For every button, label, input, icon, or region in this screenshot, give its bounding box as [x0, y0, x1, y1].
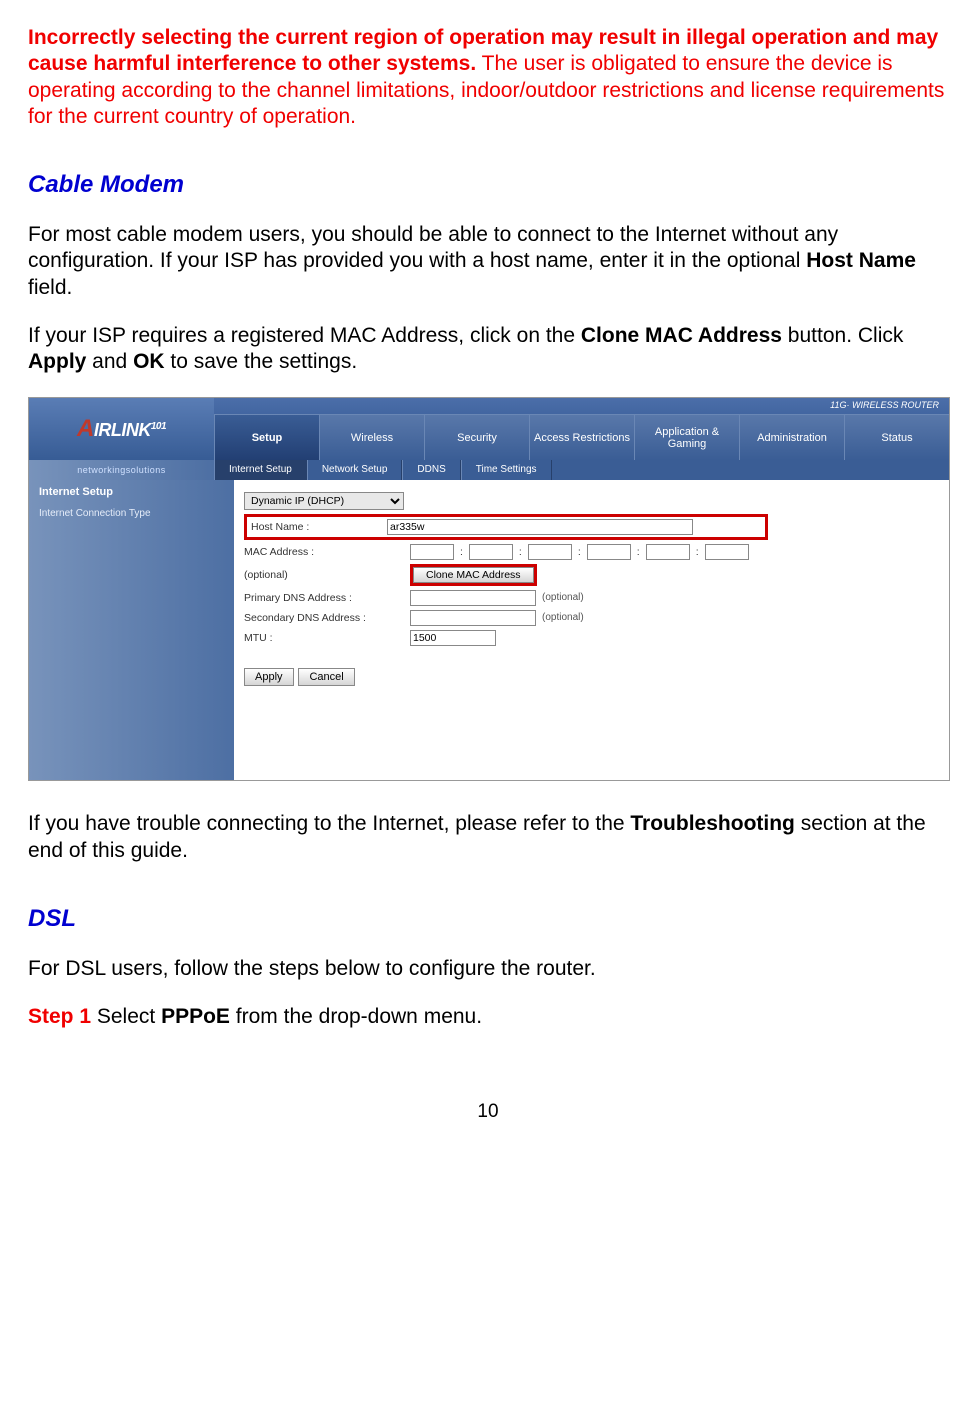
action-buttons: Apply Cancel [244, 668, 939, 686]
cancel-button[interactable]: Cancel [298, 668, 354, 686]
tab-security[interactable]: Security [424, 415, 529, 460]
mac-sep: : [637, 546, 640, 559]
optional-note: (optional) [542, 612, 584, 625]
subtab-time-settings[interactable]: Time Settings [461, 460, 552, 480]
connection-type-select[interactable]: Dynamic IP (DHCP) [244, 492, 404, 510]
form-column: Dynamic IP (DHCP) Host Name : MAC Addres… [234, 480, 949, 780]
mac-seg-5[interactable] [646, 544, 690, 560]
mac-address-row: MAC Address : : : : : : [244, 544, 939, 560]
hostname-label: Host Name : [251, 521, 381, 534]
page-number: 10 [28, 1100, 948, 1124]
subtab-ddns[interactable]: DDNS [402, 460, 460, 480]
optional-note: (optional) [542, 592, 584, 605]
product-label: 11G· WIRELESS ROUTER [214, 398, 949, 414]
mac-label: MAC Address : [244, 546, 404, 559]
logo-text: AIRLINK101 [77, 414, 166, 444]
tab-application-gaming[interactable]: Application & Gaming [634, 415, 739, 460]
clone-mac-button[interactable]: Clone MAC Address [413, 567, 534, 583]
mac-sep: : [578, 546, 581, 559]
dsl-p1: For DSL users, follow the steps below to… [28, 956, 948, 982]
apply-button[interactable]: Apply [244, 668, 294, 686]
subtab-internet-setup[interactable]: Internet Setup [214, 460, 307, 480]
primary-dns-row: Primary DNS Address : (optional) [244, 590, 939, 606]
text: to save the settings. [165, 350, 358, 373]
hostname-input[interactable] [387, 519, 693, 535]
mac-sep: : [696, 546, 699, 559]
tab-administration[interactable]: Administration [739, 415, 844, 460]
ok-bold: OK [133, 350, 165, 373]
main-tab-bar: Setup Wireless Security Access Restricti… [214, 414, 949, 460]
sub-tab-bar: networkingsolutions Internet Setup Netwo… [29, 460, 949, 480]
dsl-step1: Step 1 Select PPPoE from the drop-down m… [28, 1004, 948, 1030]
text: and [86, 350, 133, 373]
tab-setup[interactable]: Setup [214, 415, 319, 460]
dsl-heading: DSL [28, 904, 948, 934]
hostname-row-highlight: Host Name : [244, 514, 768, 540]
side-label: Internet Connection Type [39, 508, 224, 521]
tab-status[interactable]: Status [844, 415, 949, 460]
host-name-bold: Host Name [806, 249, 916, 272]
apply-bold: Apply [28, 350, 86, 373]
cable-modem-heading: Cable Modem [28, 170, 948, 200]
optional-label: (optional) [244, 569, 404, 582]
mtu-row: MTU : [244, 630, 939, 646]
side-title: Internet Setup [39, 486, 224, 500]
text: For most cable modem users, you should b… [28, 223, 838, 272]
warning-paragraph: Incorrectly selecting the current region… [28, 25, 948, 130]
mtu-label: MTU : [244, 632, 404, 645]
tab-access-restrictions[interactable]: Access Restrictions [529, 415, 634, 460]
text: field. [28, 276, 72, 299]
troubleshooting-bold: Troubleshooting [630, 812, 794, 835]
mac-seg-4[interactable] [587, 544, 631, 560]
primary-dns-label: Primary DNS Address : [244, 592, 404, 605]
cable-modem-p1: For most cable modem users, you should b… [28, 222, 948, 301]
mac-seg-3[interactable] [528, 544, 572, 560]
step1-label: Step 1 [28, 1005, 91, 1028]
text: Select [91, 1005, 161, 1028]
secondary-dns-row: Secondary DNS Address : (optional) [244, 610, 939, 626]
logo-suffix: 101 [151, 421, 166, 432]
router-header: AIRLINK101 11G· WIRELESS ROUTER Setup Wi… [29, 398, 949, 460]
mac-sep: : [519, 546, 522, 559]
text: from the drop-down menu. [230, 1005, 482, 1028]
cable-modem-p3: If you have trouble connecting to the In… [28, 811, 948, 864]
tab-wireless[interactable]: Wireless [319, 415, 424, 460]
side-column: Internet Setup Internet Connection Type [29, 480, 234, 780]
mac-seg-6[interactable] [705, 544, 749, 560]
clone-mac-bold: Clone MAC Address [581, 324, 782, 347]
logo-rest: IRLINK [94, 420, 151, 440]
router-body: Internet Setup Internet Connection Type … [29, 480, 949, 780]
clone-mac-row: (optional) Clone MAC Address [244, 564, 939, 586]
primary-dns-input[interactable] [410, 590, 536, 606]
secondary-dns-label: Secondary DNS Address : [244, 612, 404, 625]
logo-subtitle: networkingsolutions [29, 460, 214, 480]
router-logo: AIRLINK101 [29, 398, 214, 460]
mac-seg-1[interactable] [410, 544, 454, 560]
text: If you have trouble connecting to the In… [28, 812, 630, 835]
connection-type-row: Dynamic IP (DHCP) [244, 492, 939, 510]
pppoe-bold: PPPoE [161, 1005, 230, 1028]
cable-modem-p2: If your ISP requires a registered MAC Ad… [28, 323, 948, 376]
clone-mac-highlight: Clone MAC Address [410, 564, 537, 586]
text: button. Click [782, 324, 903, 347]
subtab-network-setup[interactable]: Network Setup [307, 460, 403, 480]
router-screenshot: AIRLINK101 11G· WIRELESS ROUTER Setup Wi… [28, 397, 950, 781]
mac-seg-2[interactable] [469, 544, 513, 560]
mtu-input[interactable] [410, 630, 496, 646]
logo-a: A [77, 415, 94, 442]
secondary-dns-input[interactable] [410, 610, 536, 626]
mac-sep: : [460, 546, 463, 559]
text: If your ISP requires a registered MAC Ad… [28, 324, 581, 347]
